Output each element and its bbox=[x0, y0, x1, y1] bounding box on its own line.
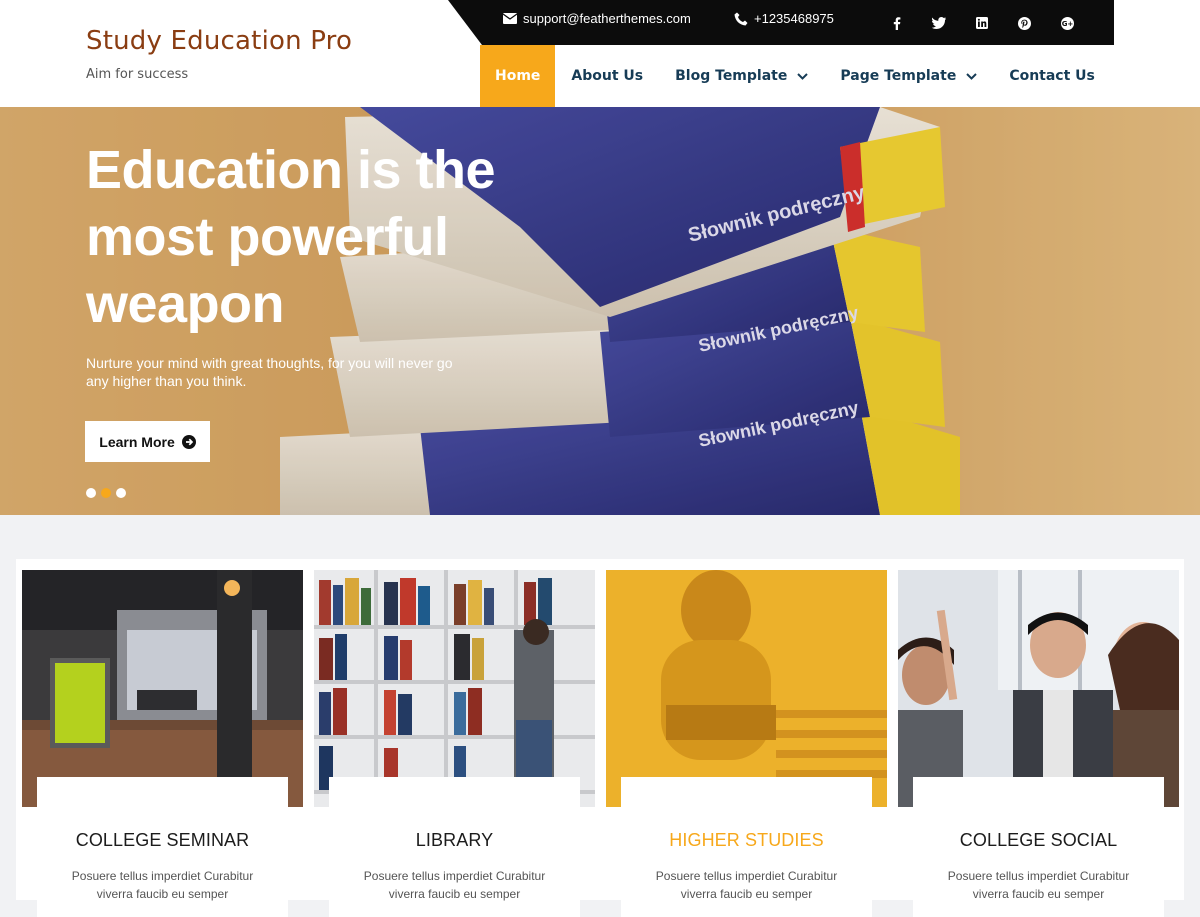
feature-card-body: LIBRARY Posuere tellus imperdiet Curabit… bbox=[329, 777, 580, 917]
twitter-icon[interactable] bbox=[929, 13, 949, 33]
nav-about-us-label: About Us bbox=[571, 68, 644, 84]
nav-page-template-label: Page Template bbox=[840, 68, 957, 84]
features-section: COLLEGE SEMINAR Posuere tellus imperdiet… bbox=[16, 559, 1184, 917]
contact-email-text: support@featherthemes.com bbox=[523, 11, 691, 26]
nav-contact-us[interactable]: Contact Us bbox=[993, 45, 1111, 107]
phone-icon bbox=[734, 12, 748, 25]
nav-blog-template-label: Blog Template bbox=[675, 68, 788, 84]
feature-card-title: COLLEGE SOCIAL bbox=[959, 830, 1118, 850]
site-header: Study Education Pro Aim for success supp… bbox=[0, 0, 1200, 107]
feature-card-title: COLLEGE SEMINAR bbox=[75, 830, 250, 850]
contact-phone-text: +1235468975 bbox=[754, 11, 834, 26]
library-image bbox=[314, 570, 595, 807]
contact-email[interactable]: support@featherthemes.com bbox=[503, 11, 691, 26]
chevron-down-icon bbox=[797, 72, 809, 80]
feature-card-body: HIGHER STUDIES Posuere tellus imperdiet … bbox=[621, 777, 872, 917]
main-navigation: Home About Us Blog Template Page Templat… bbox=[480, 45, 1111, 107]
svg-text:G+: G+ bbox=[1061, 20, 1073, 28]
learn-more-button[interactable]: Learn More bbox=[85, 421, 210, 462]
slider-dot-1[interactable] bbox=[86, 488, 96, 498]
hero-slider: Słownik podręczny Słownik podręczny Słow… bbox=[0, 107, 1200, 515]
slider-dot-2[interactable] bbox=[101, 488, 111, 498]
slider-dots bbox=[86, 488, 131, 498]
learn-more-label: Learn More bbox=[99, 433, 175, 450]
nav-home[interactable]: Home bbox=[480, 45, 556, 107]
envelope-icon bbox=[503, 13, 517, 24]
pinterest-icon[interactable] bbox=[1014, 13, 1034, 33]
site-title[interactable]: Study Education Pro bbox=[86, 26, 352, 56]
feature-card-higher-studies[interactable]: HIGHER STUDIES Posuere tellus imperdiet … bbox=[606, 570, 887, 917]
facebook-icon[interactable] bbox=[887, 13, 907, 33]
higher-studies-image bbox=[606, 570, 887, 807]
nav-about-us[interactable]: About Us bbox=[555, 45, 659, 107]
feature-card-text: Posuere tellus imperdiet Curabitur viver… bbox=[947, 869, 1130, 901]
contact-phone[interactable]: +1235468975 bbox=[734, 11, 834, 26]
feature-card-title: HIGHER STUDIES bbox=[669, 830, 824, 850]
site-tagline: Aim for success bbox=[86, 67, 189, 82]
feature-card-college-seminar[interactable]: COLLEGE SEMINAR Posuere tellus imperdiet… bbox=[22, 570, 303, 917]
nav-contact-us-label: Contact Us bbox=[1009, 68, 1095, 84]
slider-dot-3[interactable] bbox=[116, 488, 126, 498]
hero-heading: Education is the most powerful weapon bbox=[86, 140, 496, 334]
nav-blog-template[interactable]: Blog Template bbox=[659, 45, 824, 107]
top-contact-bar: support@featherthemes.com +1235468975 G+ bbox=[448, 0, 1114, 45]
feature-card-text: Posuere tellus imperdiet Curabitur viver… bbox=[363, 869, 546, 901]
seminar-image bbox=[22, 570, 303, 807]
feature-card-library[interactable]: LIBRARY Posuere tellus imperdiet Curabit… bbox=[314, 570, 595, 917]
feature-card-title: LIBRARY bbox=[415, 830, 494, 850]
chevron-down-icon bbox=[966, 72, 978, 80]
nav-page-template[interactable]: Page Template bbox=[824, 45, 993, 107]
feature-card-body: COLLEGE SEMINAR Posuere tellus imperdiet… bbox=[37, 777, 288, 917]
feature-card-text: Posuere tellus imperdiet Curabitur viver… bbox=[71, 869, 254, 901]
arrow-circle-right-icon bbox=[181, 434, 196, 449]
hero-subtext: Nurture your mind with great thoughts, f… bbox=[86, 355, 453, 389]
feature-card-text: Posuere tellus imperdiet Curabitur viver… bbox=[655, 869, 838, 901]
feature-card-body: COLLEGE SOCIAL Posuere tellus imperdiet … bbox=[913, 777, 1164, 917]
nav-home-label: Home bbox=[495, 68, 541, 84]
college-social-image bbox=[898, 570, 1179, 807]
feature-card-college-social[interactable]: COLLEGE SOCIAL Posuere tellus imperdiet … bbox=[898, 570, 1179, 917]
linkedin-icon[interactable] bbox=[972, 13, 992, 33]
google-plus-icon[interactable]: G+ bbox=[1057, 13, 1077, 33]
